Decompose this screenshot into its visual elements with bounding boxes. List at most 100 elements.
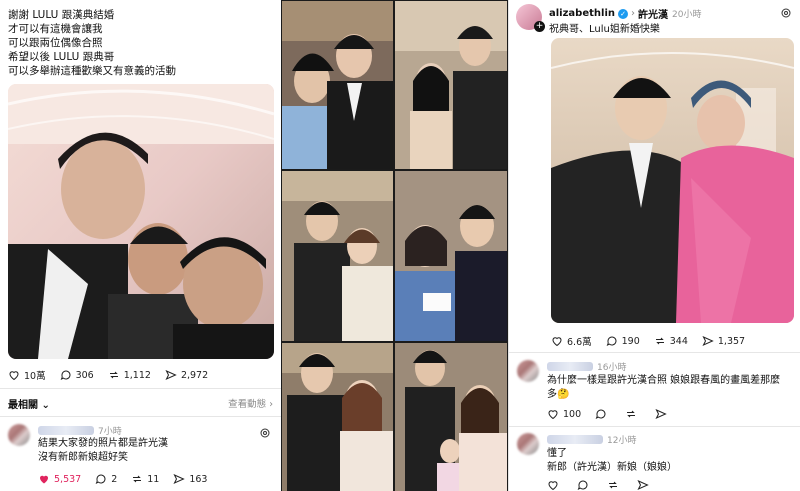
chevron-right-icon: › bbox=[631, 8, 635, 19]
comment-button[interactable] bbox=[577, 479, 593, 491]
selfie-photo bbox=[8, 84, 274, 359]
heart-filled-icon bbox=[40, 475, 48, 484]
comment-line: 結果大家發的照片都是許光漢 bbox=[38, 438, 168, 449]
grid-photo[interactable] bbox=[395, 343, 507, 491]
repost-button[interactable]: 11 bbox=[131, 473, 159, 485]
comment-icon bbox=[577, 480, 588, 490]
repost-icon bbox=[655, 337, 664, 345]
divider bbox=[0, 416, 281, 417]
post-stats: 6.6萬 190 344 1,357 bbox=[551, 334, 759, 348]
post-photo[interactable] bbox=[551, 38, 794, 323]
like-button[interactable]: 5,537 bbox=[38, 473, 81, 485]
repost-button[interactable] bbox=[607, 479, 623, 491]
tagged-user[interactable]: 許光漢 bbox=[638, 6, 668, 21]
repost-icon bbox=[109, 371, 118, 379]
comment-line: 新郎（許光漢）新娘（娘娘） bbox=[547, 462, 677, 473]
post-text: 謝謝 LULU 跟漢典結婚 才可以有這機會讓我 可以跟兩位偶像合照 希望以後 L… bbox=[0, 0, 281, 78]
username-blurred[interactable] bbox=[547, 362, 593, 371]
comment-count: 190 bbox=[621, 335, 640, 347]
post-stats: 10萬 306 1,112 2,972 bbox=[8, 368, 222, 382]
sort-label: 最相關 bbox=[8, 400, 38, 411]
comment-line: 多🤔 bbox=[547, 389, 570, 400]
repost-button[interactable] bbox=[625, 408, 641, 420]
like-button[interactable] bbox=[547, 479, 563, 491]
like-button[interactable]: 10萬 bbox=[8, 368, 46, 382]
post-line: 才可以有這機會讓我 bbox=[8, 23, 103, 35]
send-icon bbox=[655, 408, 667, 420]
post-time: 20小時 bbox=[672, 10, 702, 20]
follow-plus-icon[interactable]: + bbox=[534, 21, 545, 32]
username-blurred[interactable] bbox=[38, 426, 94, 435]
like-count: 10萬 bbox=[24, 371, 46, 382]
post-caption: 祝典哥、Lulu姐新婚快樂 bbox=[549, 24, 660, 35]
repost-icon bbox=[627, 410, 636, 418]
share-button[interactable] bbox=[637, 479, 653, 491]
send-icon bbox=[702, 335, 714, 347]
like-button[interactable]: 100 bbox=[547, 408, 581, 420]
view-activity-link[interactable]: 查看動態 › bbox=[228, 396, 273, 410]
comment-time: 16小時 bbox=[597, 363, 627, 373]
send-icon bbox=[173, 473, 186, 485]
avatar[interactable] bbox=[517, 433, 539, 455]
screenshot-collage: 謝謝 LULU 跟漢典結婚 才可以有這機會讓我 可以跟兩位偶像合照 希望以後 L… bbox=[0, 0, 800, 491]
comment-icon bbox=[595, 409, 606, 419]
like-count: 6.6萬 bbox=[567, 337, 592, 348]
divider bbox=[0, 388, 281, 389]
share-count: 163 bbox=[189, 473, 208, 485]
grid-photo[interactable] bbox=[395, 1, 507, 169]
share-button[interactable]: 1,357 bbox=[702, 335, 745, 347]
threads-logo-icon bbox=[780, 4, 792, 23]
view-activity-label: 查看動態 bbox=[228, 399, 267, 410]
comment-icon bbox=[60, 370, 71, 380]
share-button[interactable]: 163 bbox=[173, 473, 207, 485]
sort-dropdown[interactable]: 最相關 ⌄ bbox=[8, 396, 50, 411]
couple-photo bbox=[551, 38, 794, 323]
like-count: 5,537 bbox=[54, 473, 82, 485]
chevron-down-icon: ⌄ bbox=[41, 400, 50, 411]
share-count: 1,357 bbox=[717, 335, 746, 347]
repost-button[interactable]: 344 bbox=[654, 335, 688, 347]
post-line: 謝謝 LULU 跟漢典結婚 bbox=[8, 9, 115, 21]
username[interactable]: alizabethlin bbox=[549, 8, 615, 19]
comment-stats bbox=[547, 479, 667, 491]
comment-line: 懂了 bbox=[547, 448, 567, 459]
comment-button[interactable]: 190 bbox=[606, 335, 640, 347]
comment-icon bbox=[606, 336, 617, 346]
divider bbox=[509, 352, 800, 353]
heart-icon bbox=[548, 410, 558, 420]
comment-stats: 5,537 2 11 163 bbox=[38, 473, 221, 485]
comment-line: 沒有新郎新娘超好笑 bbox=[38, 452, 128, 463]
repost-count: 1,112 bbox=[123, 369, 151, 381]
chevron-right-icon: › bbox=[269, 399, 273, 410]
repost-button[interactable]: 1,112 bbox=[108, 369, 151, 381]
post-line: 希望以後 LULU 跟典哥 bbox=[8, 51, 115, 63]
repost-icon bbox=[133, 475, 142, 483]
heart-icon bbox=[548, 481, 558, 491]
grid-photo[interactable] bbox=[282, 343, 393, 491]
heart-icon bbox=[552, 337, 562, 347]
post-line: 可以跟兩位偶像合照 bbox=[8, 37, 103, 49]
grid-photo[interactable] bbox=[282, 171, 393, 341]
comment-button[interactable] bbox=[595, 408, 611, 420]
repost-count: 344 bbox=[669, 335, 688, 347]
username-blurred[interactable] bbox=[547, 435, 603, 444]
comment-line: 為什麼一樣是跟許光漢合照 娘娘跟春風的畫風差那麼 bbox=[547, 375, 781, 386]
share-button[interactable] bbox=[655, 408, 671, 420]
comment-count: 306 bbox=[75, 369, 94, 381]
grid-photo[interactable] bbox=[282, 1, 393, 169]
like-button[interactable]: 6.6萬 bbox=[551, 334, 592, 348]
comment-count: 2 bbox=[111, 473, 118, 485]
threads-post-right: + alizabethlin ✓ › 許光漢 20小時 祝典哥、Lulu姐新婚快… bbox=[508, 0, 800, 491]
comment-stats: 100 bbox=[547, 408, 685, 420]
repost-icon bbox=[609, 481, 617, 489]
share-button[interactable]: 2,972 bbox=[165, 369, 208, 381]
comment-button[interactable]: 2 bbox=[95, 473, 117, 485]
post-photo[interactable] bbox=[8, 84, 274, 359]
avatar[interactable] bbox=[8, 424, 30, 446]
comment-button[interactable]: 306 bbox=[60, 369, 94, 381]
verified-badge-icon: ✓ bbox=[618, 8, 628, 19]
repost-count: 11 bbox=[147, 473, 160, 485]
grid-photo[interactable] bbox=[395, 171, 507, 341]
threads-post-left: 謝謝 LULU 跟漢典結婚 才可以有這機會讓我 可以跟兩位偶像合照 希望以後 L… bbox=[0, 0, 281, 491]
avatar[interactable] bbox=[517, 360, 539, 382]
